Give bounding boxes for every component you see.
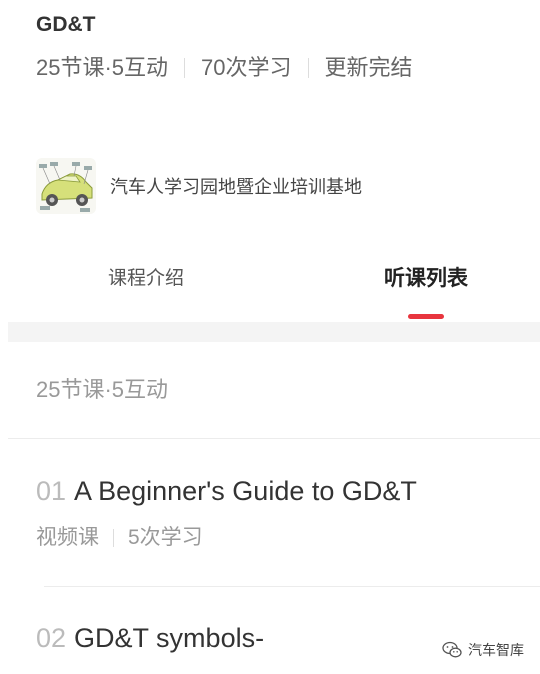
tab-course-intro[interactable]: 课程介绍 [108,258,184,300]
meta-divider [113,529,114,547]
lesson-type: 视频课 [36,526,99,549]
lesson-views: 5次学习 [128,526,203,549]
organization-row[interactable]: 汽车人学习园地暨企业培训基地 [36,158,362,214]
active-tab-indicator [408,314,444,319]
course-lesson-count: 25节课·5互动 [36,55,169,80]
lesson-title: A Beginner's Guide to GD&T [74,476,417,506]
list-item-lesson-02[interactable]: 02 GD&T symbols- [36,620,264,656]
course-tabs: 课程介绍 听课列表 [0,258,540,320]
lesson-title-row: 02 GD&T symbols- [36,620,264,656]
lesson-title-row: 01 A Beginner's Guide to GD&T [36,473,417,509]
course-study-count: 70次学习 [201,55,292,80]
lesson-number: 02 [36,623,67,653]
section-separator [8,322,540,342]
course-meta: 25节课·5互动 70次学习 更新完结 [36,52,413,84]
wechat-icon [442,641,462,658]
list-summary: 25节课·5互动 [36,377,169,402]
organization-name: 汽车人学习园地暨企业培训基地 [110,177,362,197]
tab-lesson-list[interactable]: 听课列表 [384,258,468,300]
divider [44,586,540,587]
course-status: 更新完结 [324,55,413,80]
car-parts-diagram-icon [36,158,96,214]
lesson-meta: 视频课 5次学习 [36,523,417,553]
watermark-text: 汽车智库 [468,642,524,658]
list-item-lesson-01[interactable]: 01 A Beginner's Guide to GD&T 视频课 5次学习 [36,473,417,553]
meta-divider [307,58,309,78]
watermark: 汽车智库 [442,640,524,660]
course-title: GD&T [36,13,96,36]
lesson-title: GD&T symbols- [74,623,265,653]
divider [8,438,540,439]
meta-divider [184,58,186,78]
lesson-number: 01 [36,476,67,506]
